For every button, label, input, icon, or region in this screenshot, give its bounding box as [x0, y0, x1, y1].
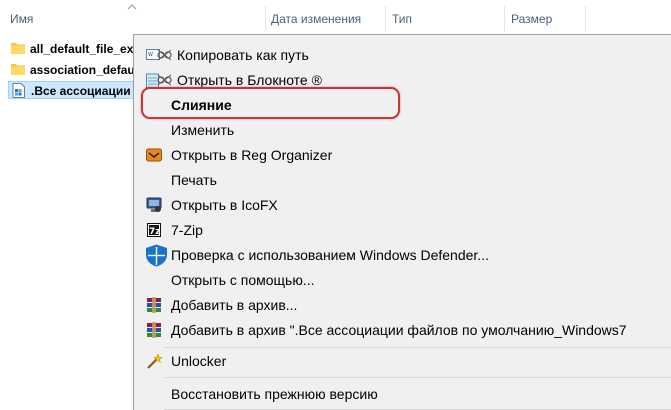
menu-item-unlocker[interactable]: Unlocker [134, 349, 671, 374]
column-type[interactable]: Тип [392, 12, 412, 26]
column-header: Имя Дата изменения Тип Размер [0, 0, 671, 36]
context-menu: W Копировать как путь Открыть в Блокноте… [133, 34, 671, 410]
7zip-icon: 7z [147, 223, 161, 237]
menu-item-7zip[interactable]: 7z 7-Zip [134, 218, 671, 243]
menu-item-label: Восстановить прежнюю версию [171, 386, 378, 402]
file-list-item[interactable]: association_default [8, 61, 143, 79]
menu-item-open-notepad[interactable]: Открыть в Блокноте ® [134, 68, 671, 93]
windows-defender-shield-icon [146, 244, 167, 267]
column-name[interactable]: Имя [10, 12, 33, 26]
menu-item-label: Открыть в IcoFX [171, 197, 278, 213]
menu-item-label: Открыть в Reg Organizer [171, 147, 333, 163]
reg-file-icon [12, 83, 25, 98]
icofx-icon [146, 197, 162, 212]
column-date-modified[interactable]: Дата изменения [271, 12, 361, 26]
tools-gear-icon [157, 49, 172, 61]
menu-item-label: Слияние [171, 97, 232, 113]
menu-item-edit[interactable]: Изменить [134, 118, 671, 143]
reg-organizer-icon [146, 148, 162, 162]
file-list-item-selected[interactable]: .Все ассоциации ф [8, 81, 143, 99]
menu-item-label: Копировать как путь [177, 47, 309, 63]
menu-item-label: Печать [171, 172, 217, 188]
menu-separator [164, 377, 671, 378]
file-name: all_default_file_ext [30, 42, 138, 56]
menu-item-label: Изменить [171, 122, 235, 138]
menu-item-open-with[interactable]: Открыть с помощью... [134, 268, 671, 293]
menu-item-open-reg-organizer[interactable]: Открыть в Reg Organizer [134, 143, 671, 168]
menu-item-label: 7-Zip [171, 222, 203, 238]
menu-item-label: Открыть в Блокноте ® [177, 72, 322, 88]
column-divider[interactable] [265, 6, 266, 32]
menu-item-label: Unlocker [171, 353, 227, 369]
folder-icon [11, 43, 25, 54]
winrar-icon [147, 297, 161, 313]
column-divider[interactable] [585, 6, 586, 32]
menu-separator [164, 347, 671, 348]
file-name: association_default [30, 63, 143, 77]
menu-item-label: Добавить в архив... [171, 297, 298, 313]
menu-item-copy-path[interactable]: W Копировать как путь [134, 43, 671, 68]
column-divider[interactable] [385, 6, 386, 32]
menu-item-restore-previous-version[interactable]: Восстановить прежнюю версию [134, 382, 671, 407]
file-name: .Все ассоциации ф [31, 84, 143, 98]
svg-text:7z: 7z [149, 227, 161, 237]
menu-item-windows-defender[interactable]: Проверка с использованием Windows Defend… [134, 243, 671, 268]
column-size[interactable]: Размер [511, 12, 552, 26]
unlocker-wand-icon [147, 353, 162, 369]
column-divider[interactable] [504, 6, 505, 32]
file-list-item[interactable]: all_default_file_ext [8, 40, 143, 58]
sort-ascending-icon[interactable] [127, 3, 137, 11]
menu-item-label: Открыть с помощью... [171, 272, 315, 288]
menu-item-merge[interactable]: Слияние [134, 93, 671, 118]
svg-text:W: W [148, 52, 153, 58]
folder-icon [11, 64, 25, 75]
menu-item-add-archive[interactable]: Добавить в архив... [134, 293, 671, 318]
menu-item-label: Добавить в архив ".Все ассоциации файлов… [171, 322, 627, 338]
menu-item-add-archive-named[interactable]: Добавить в архив ".Все ассоциации файлов… [134, 318, 671, 343]
winrar-icon [147, 322, 161, 338]
menu-item-label: Проверка с использованием Windows Defend… [171, 247, 489, 263]
menu-item-print[interactable]: Печать [134, 168, 671, 193]
menu-item-open-icofx[interactable]: Открыть в IcoFX [134, 193, 671, 218]
tools-gear-icon [157, 74, 172, 86]
